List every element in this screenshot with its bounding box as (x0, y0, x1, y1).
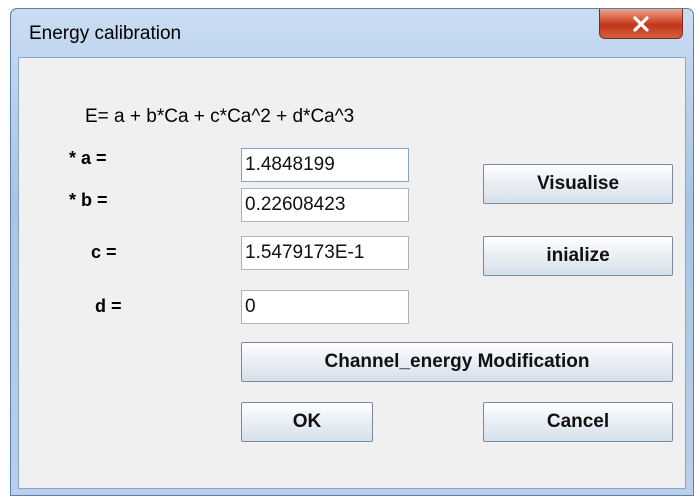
cancel-button[interactable]: Cancel (483, 402, 673, 442)
coef-a-label: * a = (69, 148, 107, 168)
dialog-content: E= a + b*Ca + c*Ca^2 + d*Ca^3 * a = * b … (18, 57, 686, 489)
coef-c-label: c = (91, 242, 117, 262)
dialog-window: Energy calibration E= a + b*Ca + c*Ca^2 … (10, 8, 694, 496)
coef-d-input[interactable] (241, 290, 409, 324)
close-icon (633, 15, 649, 32)
coef-a-input[interactable] (241, 148, 409, 182)
initialize-button[interactable]: inialize (483, 236, 673, 276)
channel-energy-modification-button[interactable]: Channel_energy Modification (241, 342, 673, 382)
coef-b-input[interactable] (241, 188, 409, 222)
coef-c-input[interactable] (241, 236, 409, 270)
visualise-button[interactable]: Visualise (483, 164, 673, 204)
coef-d-label: d = (95, 296, 122, 316)
ok-button[interactable]: OK (241, 402, 373, 442)
title-bar[interactable]: Energy calibration (11, 9, 693, 55)
window-title: Energy calibration (29, 23, 182, 44)
calibration-formula: E= a + b*Ca + c*Ca^2 + d*Ca^3 (85, 106, 355, 127)
coef-b-label: * b = (69, 190, 108, 210)
close-button[interactable] (599, 9, 683, 39)
